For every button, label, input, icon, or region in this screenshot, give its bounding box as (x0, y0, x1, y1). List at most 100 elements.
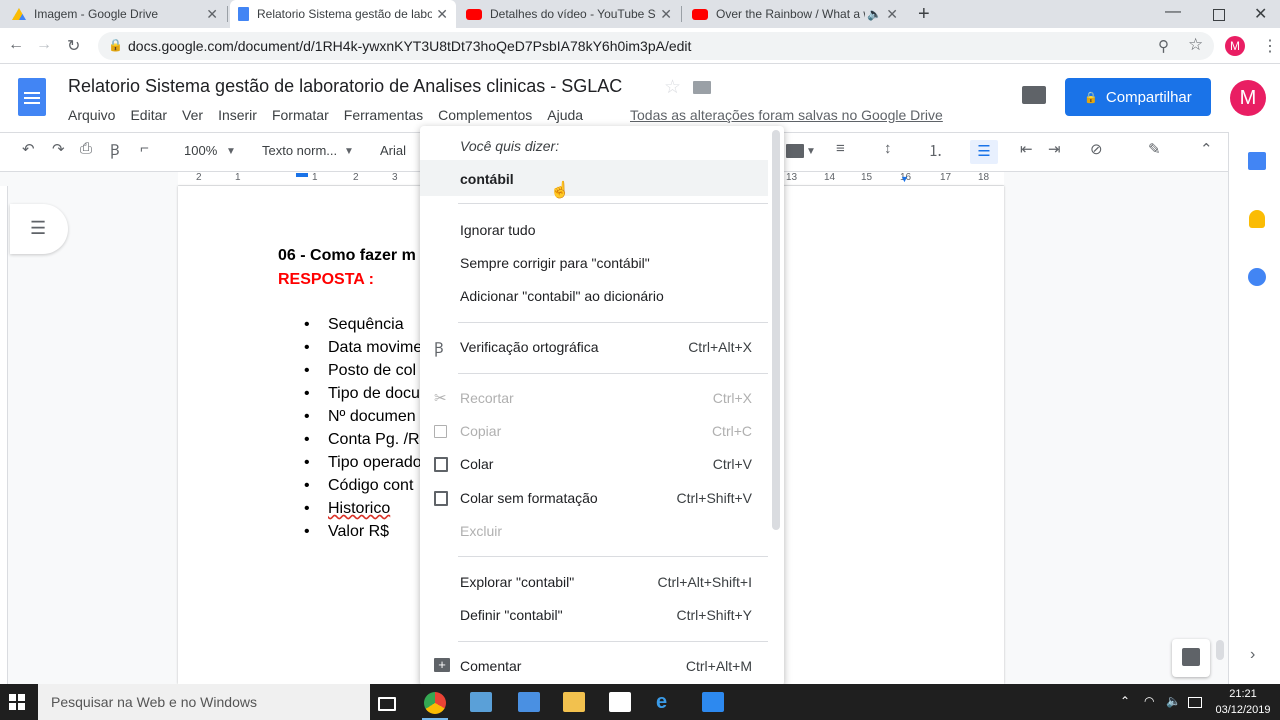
outline-toggle[interactable]: ☰ (10, 204, 68, 254)
increase-indent-icon[interactable]: ⇥ (1048, 140, 1061, 158)
menu-comment[interactable]: Comentar (460, 658, 521, 674)
chrome-taskbar-item[interactable] (422, 684, 448, 720)
close-tab-icon[interactable]: ✕ (436, 6, 448, 23)
settings-icon[interactable] (702, 692, 724, 712)
editing-mode-icon[interactable]: ✎ (1148, 140, 1161, 158)
minimize-icon[interactable]: — (1165, 3, 1181, 21)
font-select[interactable]: Arial (380, 143, 406, 158)
menu-ferramentas[interactable]: Ferramentas (344, 107, 423, 123)
align-icon[interactable]: ≡ (836, 140, 845, 157)
share-label: Compartilhar (1105, 88, 1192, 106)
menu-delete[interactable]: Excluir (460, 523, 502, 539)
clear-formatting-icon[interactable]: ⊘ (1090, 140, 1103, 158)
tray-chevron-icon[interactable]: ⌃ (1120, 694, 1130, 708)
bulleted-list-icon[interactable]: ☰ (970, 140, 998, 164)
edge-icon[interactable]: e (656, 691, 667, 714)
menu-add-dictionary[interactable]: Adicionar "contabil" ao dicionário (460, 288, 664, 304)
menu-copy[interactable]: Copiar (460, 423, 501, 439)
app-taskbar-icon[interactable] (470, 692, 492, 712)
numbered-list-icon[interactable]: ⒈ (928, 140, 943, 161)
maximize-icon[interactable] (1213, 9, 1225, 21)
menu-paste[interactable]: Colar (460, 456, 493, 472)
menu-ajuda[interactable]: Ajuda (547, 107, 583, 123)
scrollbar-thumb[interactable] (1216, 640, 1224, 660)
right-indent-marker[interactable]: ▼ (900, 174, 909, 184)
collapse-icon[interactable]: ⌃ (1200, 140, 1213, 158)
app-taskbar-icon[interactable] (518, 692, 540, 712)
tab-separator (227, 6, 228, 22)
chevron-right-icon[interactable]: › (1250, 646, 1255, 664)
speaker-icon[interactable]: 🔈 (867, 7, 882, 21)
close-window-icon[interactable]: ✕ (1254, 4, 1267, 24)
tasks-icon[interactable] (1248, 268, 1266, 286)
user-avatar[interactable]: M (1230, 80, 1266, 116)
keep-icon[interactable] (1249, 210, 1265, 228)
comments-icon[interactable] (1022, 86, 1046, 104)
menu-divider (458, 556, 768, 557)
menu-ver[interactable]: Ver (182, 107, 203, 123)
url-input[interactable]: 🔒 docs.google.com/document/d/1RH4k-ywxnK… (98, 32, 1214, 60)
file-explorer-icon[interactable] (563, 692, 585, 712)
browser-menu-icon[interactable]: ⋮ (1262, 36, 1278, 56)
forward-icon[interactable]: → (36, 36, 52, 54)
close-tab-icon[interactable]: ✕ (886, 6, 898, 23)
zoom-select[interactable]: 100% (184, 143, 217, 158)
redo-icon[interactable]: ↷ (52, 140, 65, 158)
folder-icon[interactable] (693, 81, 711, 94)
menu-spellcheck[interactable]: Verificação ortográfica (460, 339, 599, 355)
clock-time[interactable]: 21:21 (1218, 688, 1268, 700)
share-button[interactable]: 🔒 Compartilhar (1065, 78, 1211, 116)
menu-define[interactable]: Definir "contabil" (460, 607, 563, 623)
close-tab-icon[interactable]: ✕ (660, 6, 672, 23)
suggestion-contabil[interactable]: contábil (460, 171, 514, 187)
clock-date[interactable]: 03/12/2019 (1214, 704, 1272, 716)
store-icon[interactable] (609, 692, 631, 712)
clipboard-icon (434, 457, 448, 472)
docs-logo-icon[interactable] (18, 78, 46, 116)
saved-status[interactable]: Todas as alterações foram salvas no Goog… (630, 107, 943, 123)
indent-marker[interactable] (296, 173, 308, 177)
menu-ignore-all[interactable]: Ignorar tudo (460, 222, 536, 238)
menu-editar[interactable]: Editar (130, 107, 167, 123)
taskbar-search-input[interactable]: Pesquisar na Web e no Windows (38, 684, 370, 720)
back-icon[interactable]: ← (8, 36, 24, 54)
menu-formatar[interactable]: Formatar (272, 107, 329, 123)
calendar-icon[interactable] (1248, 152, 1266, 170)
document-title[interactable]: Relatorio Sistema gestão de laboratorio … (68, 76, 622, 97)
menu-scrollbar[interactable] (772, 130, 780, 530)
style-select[interactable]: Texto norm... (262, 143, 337, 158)
network-icon[interactable]: ◠ (1144, 694, 1154, 708)
menu-paste-plain[interactable]: Colar sem formatação (460, 490, 598, 506)
paint-format-icon[interactable]: ⌐ (140, 140, 149, 157)
undo-icon[interactable]: ↶ (22, 140, 35, 158)
print-icon[interactable]: ⎙ (80, 140, 92, 157)
profile-avatar[interactable]: M (1225, 36, 1245, 56)
reload-icon[interactable]: ↻ (67, 36, 80, 56)
zoom-icon[interactable]: ⚲ (1158, 37, 1169, 55)
image-icon[interactable] (786, 144, 804, 158)
tab-youtube-studio[interactable]: Detalhes do vídeo - YouTube Stu ✕ (458, 0, 680, 28)
menu-complementos[interactable]: Complementos (438, 107, 532, 123)
tab-google-drive[interactable]: Imagem - Google Drive ✕ (4, 0, 226, 28)
list-item: Tipo operado (328, 454, 422, 471)
notification-icon[interactable] (1188, 697, 1202, 708)
menu-arquivo[interactable]: Arquivo (68, 107, 115, 123)
volume-icon[interactable]: 🔈 (1166, 694, 1181, 708)
new-tab-icon[interactable]: + (918, 3, 930, 26)
menu-inserir[interactable]: Inserir (218, 107, 257, 123)
windows-start-icon[interactable] (9, 694, 25, 710)
menu-cut[interactable]: Recortar (460, 390, 514, 406)
spellcheck-icon[interactable]: Ꞵ (110, 140, 120, 160)
star-icon[interactable]: ☆ (664, 76, 681, 99)
menu-explore[interactable]: Explorar "contabil" (460, 574, 574, 590)
decrease-indent-icon[interactable]: ⇤ (1020, 140, 1033, 158)
shortcut-spellcheck: Ctrl+Alt+X (688, 339, 752, 355)
bookmark-star-icon[interactable]: ☆ (1188, 35, 1203, 55)
tab-docs-relatorio[interactable]: Relatorio Sistema gestão de labo ✕ (230, 0, 456, 28)
task-view-icon[interactable] (378, 697, 396, 711)
line-spacing-icon[interactable]: ↕ (884, 140, 892, 157)
explore-button[interactable] (1172, 639, 1210, 677)
tab-over-the-rainbow[interactable]: Over the Rainbow / What a w 🔈 ✕ (684, 0, 906, 28)
close-tab-icon[interactable]: ✕ (206, 6, 218, 23)
menu-always-correct[interactable]: Sempre corrigir para "contábil" (460, 255, 650, 271)
